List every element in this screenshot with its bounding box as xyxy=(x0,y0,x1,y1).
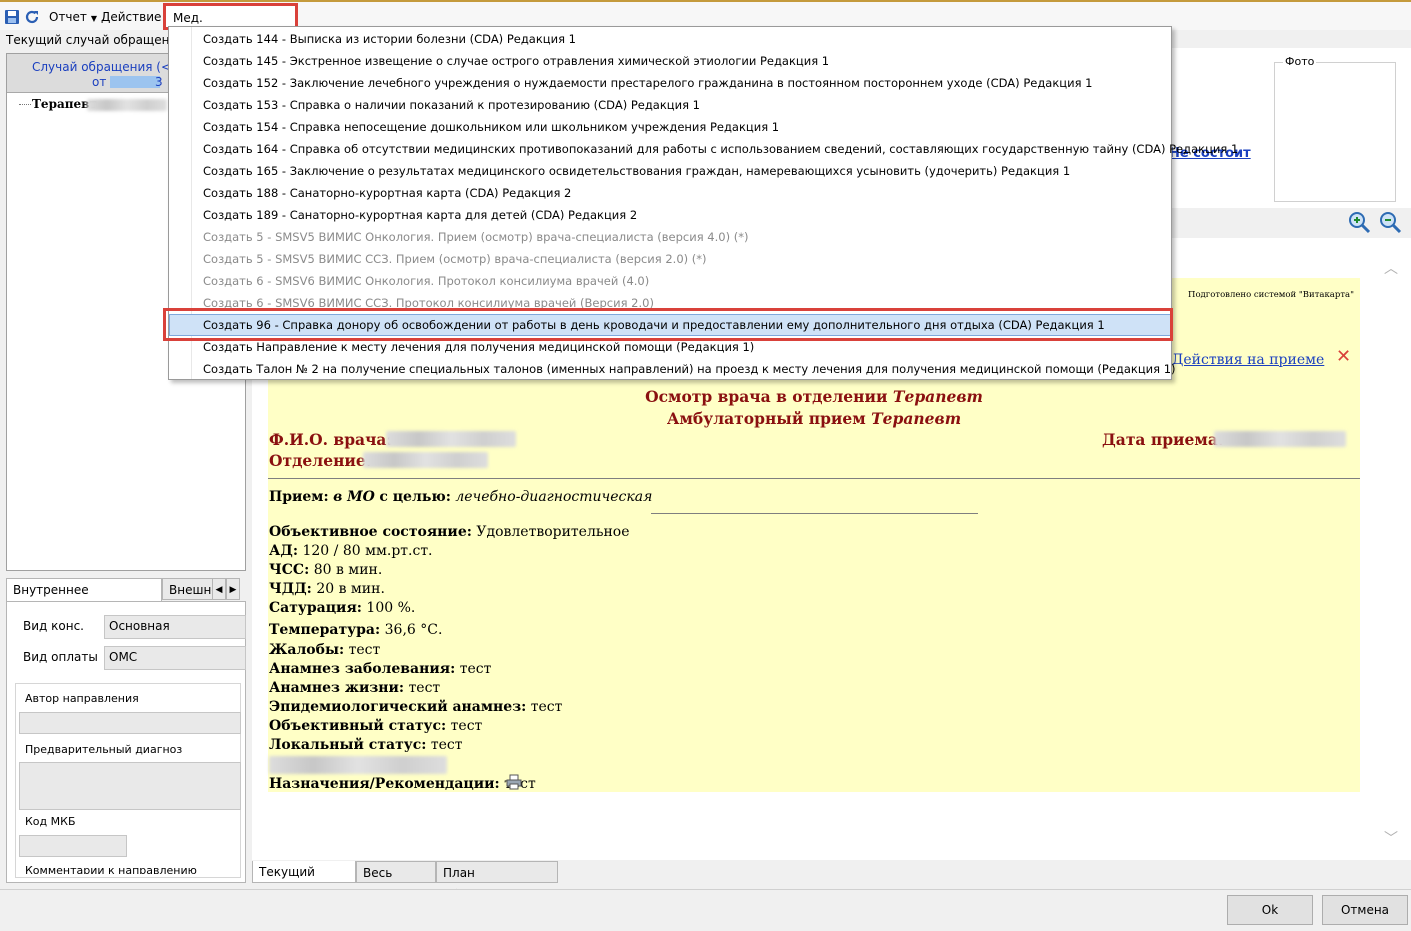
date-label: Дата приема: xyxy=(1102,430,1224,449)
comments-label: Комментарии к направлению xyxy=(25,864,197,874)
menu-item[interactable]: Создать 153 - Справка о наличии показани… xyxy=(203,94,700,116)
divider xyxy=(268,478,1360,479)
objective-line: Объективное состояние: Удовлетворительно… xyxy=(269,524,630,540)
doc-title-2: Амбулаторный прием Терапевт xyxy=(666,409,962,428)
hr-line: ЧСС: 80 в мин. xyxy=(269,562,383,578)
bottom-tabs: Текущий осмотр Весь случай План обследов… xyxy=(252,861,652,902)
tab-internal-referral[interactable]: Внутреннее направление xyxy=(6,578,162,619)
anamnesis-life-line: Анамнез жизни: тест xyxy=(269,680,441,696)
redacted-department xyxy=(363,452,488,468)
doctor-label: Ф.И.О. врача: xyxy=(269,430,393,449)
menu-item[interactable]: Создать 165 - Заключение о результатах м… xyxy=(203,160,1070,182)
tab-whole-case[interactable]: Весь случай xyxy=(356,861,436,902)
menu-item[interactable]: Создать 152 - Заключение лечебного учреж… xyxy=(203,72,1092,94)
printer-icon[interactable] xyxy=(506,774,522,790)
redacted-signature xyxy=(269,756,447,774)
temp-line: Температура: 36,6 °С. xyxy=(269,622,443,638)
rr-line: ЧДД: 20 в мин. xyxy=(269,581,385,597)
menu-item[interactable]: Создать 144 - Выписка из истории болезни… xyxy=(203,28,576,50)
photo-label: Фото xyxy=(1283,55,1317,68)
selected-item-highlight-box xyxy=(163,308,1173,341)
payment-field[interactable]: ОМС xyxy=(104,646,246,670)
cancel-button[interactable]: Отмена xyxy=(1322,895,1408,925)
tab-scroll-right-icon[interactable]: ▶ xyxy=(226,578,240,600)
recommend-line: Назначения/Рекомендации: тест xyxy=(269,776,536,792)
actions-link[interactable]: Действия на приеме xyxy=(1172,352,1324,368)
tree-line xyxy=(19,104,31,105)
zoom-in-icon[interactable] xyxy=(1347,210,1371,234)
bp-line: АД: 120 / 80 мм.рт.ст. xyxy=(269,543,433,559)
reception-line: Прием: в МО с целью: лечебно-диагностиче… xyxy=(269,489,653,505)
menu-item[interactable]: Создать Талон № 2 на получение специальн… xyxy=(203,358,1176,380)
cons-type-label: Вид конс. xyxy=(23,619,84,633)
photo-box: Фото xyxy=(1274,55,1396,202)
menu-item[interactable]: Создать 188 - Санаторно-курортная карта … xyxy=(203,182,571,204)
local-status-line: Локальный статус: тест xyxy=(269,737,463,753)
tab-scroll-left-icon[interactable]: ◀ xyxy=(212,578,226,600)
prelim-diag-field[interactable] xyxy=(19,762,241,810)
menu-item: Создать 5 - SMSV5 ВИМИС ССЗ. Прием (осмо… xyxy=(203,252,707,266)
save-icon[interactable] xyxy=(4,9,20,25)
redacted-date xyxy=(110,76,160,88)
report-menu[interactable]: Отчет ▼ xyxy=(49,10,97,24)
case-header-line2-end: 3 xyxy=(155,75,163,89)
payment-label: Вид оплаты xyxy=(23,650,98,664)
department-label: Отделение: xyxy=(269,451,372,470)
menu-item[interactable]: Создать 154 - Справка непосещение дошкол… xyxy=(203,116,779,138)
mkb-field[interactable] xyxy=(19,835,127,857)
case-header-line1: Случай обращения (<не xyxy=(32,60,187,74)
reception-underline xyxy=(651,513,978,514)
author-label: Автор направления xyxy=(25,692,139,705)
complaints-line: Жалобы: тест xyxy=(269,642,381,658)
footer: Ok Отмена xyxy=(0,889,1411,931)
menu-item[interactable]: Создать 189 - Санаторно-курортная карта … xyxy=(203,204,637,226)
refresh-icon[interactable] xyxy=(24,9,40,25)
menu-item: Создать 5 - SMSV5 ВИМИС Онкология. Прием… xyxy=(203,230,749,244)
scroll-up-icon[interactable]: ︿ xyxy=(1384,258,1398,278)
tab-current-exam[interactable]: Текущий осмотр xyxy=(252,861,356,901)
cons-type-field[interactable]: Основная xyxy=(104,615,246,639)
redacted-name xyxy=(87,99,167,111)
sat-line: Сатурация: 100 %. xyxy=(269,600,416,616)
redacted-date-value xyxy=(1214,431,1346,447)
referral-panel: Внутреннее направление Внешне ◀ ▶ Вид ко… xyxy=(6,578,246,883)
doc-title-1: Осмотр врача в отделении Терапевт xyxy=(645,387,983,406)
menu-item[interactable]: Создать 164 - Справка об отсутствии меди… xyxy=(203,138,1238,160)
epid-line: Эпидемиологический анамнез: тест xyxy=(269,699,563,715)
zoom-out-icon[interactable] xyxy=(1378,210,1402,234)
scroll-down-icon[interactable]: ﹀ xyxy=(1384,828,1398,848)
menu-item: Создать 6 - SMSV6 ВИМИС Онкология. Прото… xyxy=(203,274,650,288)
author-field[interactable] xyxy=(19,712,241,734)
ok-button[interactable]: Ok xyxy=(1227,895,1313,925)
case-header-line2: от xyxy=(92,75,107,89)
close-icon[interactable]: ✕ xyxy=(1336,346,1351,367)
tab-exam-plan[interactable]: План обследования xyxy=(436,861,558,902)
anamnesis-disease-line: Анамнез заболевания: тест xyxy=(269,661,492,677)
prelim-diag-label: Предварительный диагноз xyxy=(25,743,183,756)
menu-item[interactable]: Создать 145 - Экстренное извещение о слу… xyxy=(203,50,829,72)
header-strip xyxy=(1172,30,1411,49)
redacted-doctor xyxy=(386,431,516,447)
action-menu[interactable]: Действие▼ xyxy=(101,10,172,24)
current-case-label: Текущий случай обращения xyxy=(6,33,185,47)
prepared-by: Подготовлено системой "Витакарта" xyxy=(1188,290,1354,300)
mkb-label: Код МКБ xyxy=(25,815,76,828)
obj-status-line: Объективный статус: тест xyxy=(269,718,483,734)
